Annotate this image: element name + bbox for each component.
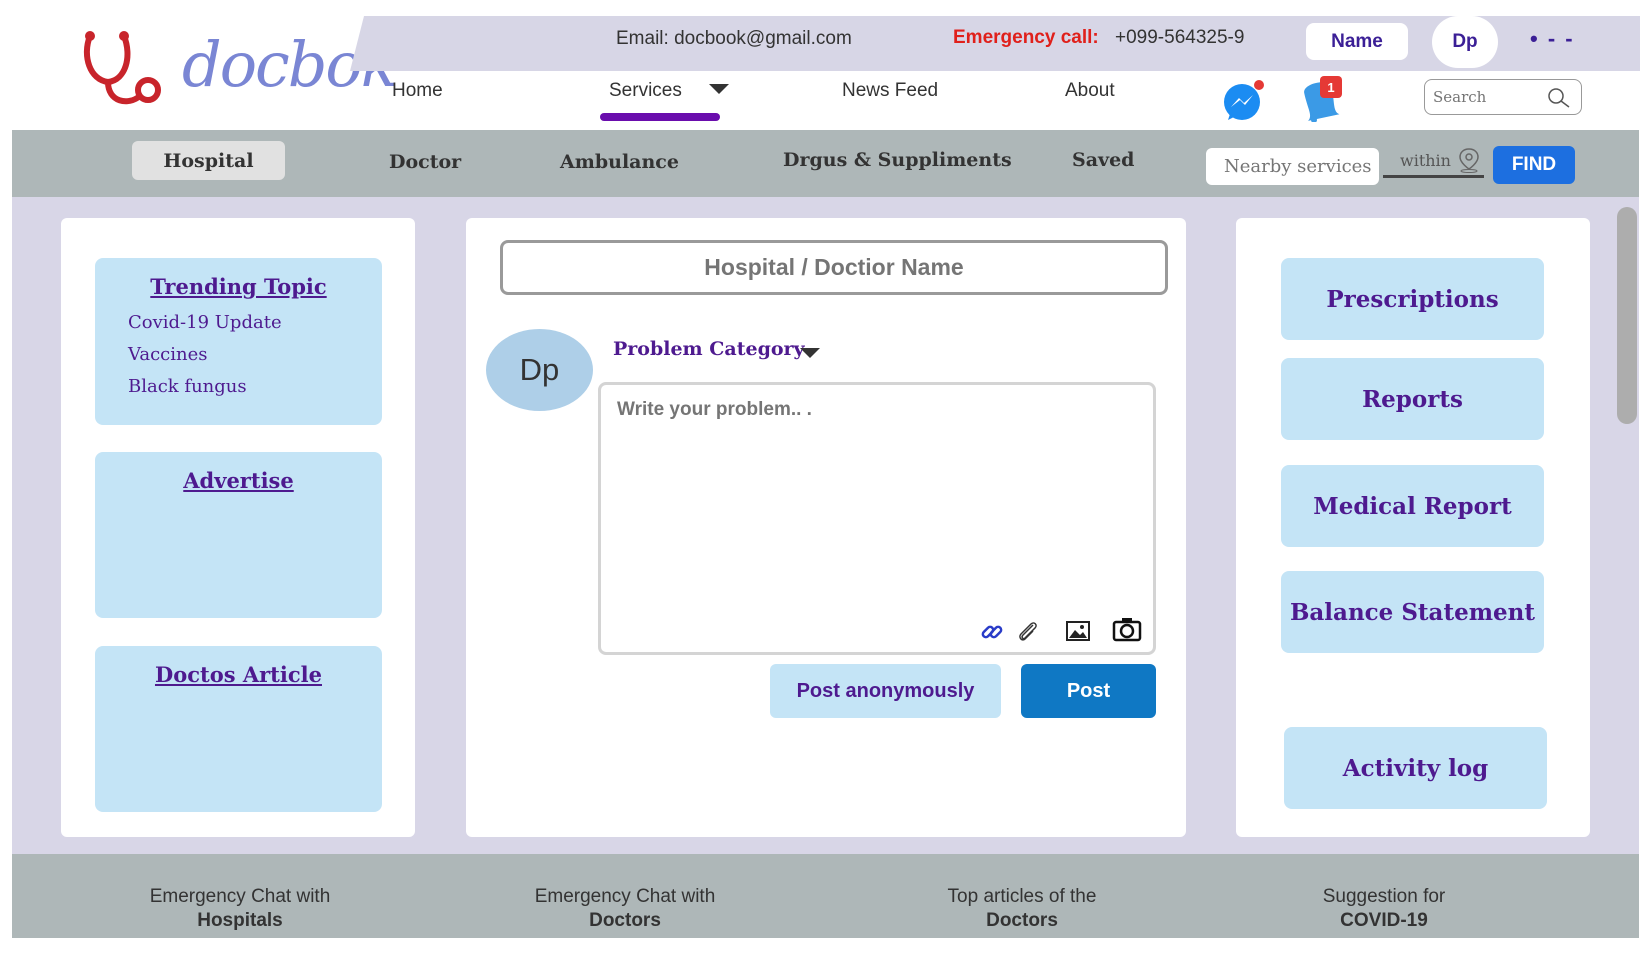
activity-log-button[interactable]: Activity log [1284,727,1547,809]
within-label: within [1400,151,1451,170]
advertise-title[interactable]: Advertise [95,468,382,493]
hospital-doctor-name-input[interactable] [500,240,1168,295]
profile-name-button[interactable]: Name [1306,23,1408,60]
category-hospital[interactable]: Hospital [132,141,285,180]
attachment-icon[interactable] [1015,619,1041,645]
category-doctor[interactable]: Doctor [389,151,461,173]
nav-news-feed[interactable]: News Feed [842,80,938,102]
problem-textarea[interactable] [617,399,1137,579]
profile-avatar[interactable]: Dp [1432,16,1498,68]
reports-button[interactable]: Reports [1281,358,1544,440]
nav-active-indicator [600,113,720,121]
footer-item-line2: Doctors [589,910,661,931]
problem-textarea-box[interactable] [598,382,1156,655]
notification-badge: 1 [1320,76,1342,98]
nav-services[interactable]: Services [609,80,682,102]
category-ambulance[interactable]: Ambulance [560,151,679,173]
footer-top-articles[interactable]: Top articles of the Doctors [872,885,1172,933]
docbook-logo[interactable]: docbok [82,26,398,110]
category-saved[interactable]: Saved [1072,149,1134,171]
trending-topic-title[interactable]: Trending Topic [95,274,382,299]
within-distance-field[interactable] [1383,175,1484,178]
nav-home[interactable]: Home [392,80,443,102]
advertise-card: Advertise [95,452,382,618]
doctors-article-title[interactable]: Doctos Article [95,662,382,687]
messenger-icon[interactable] [1222,80,1264,122]
prescriptions-button[interactable]: Prescriptions [1281,258,1544,340]
image-icon[interactable] [1065,619,1091,643]
link-icon[interactable] [979,619,1005,645]
medical-report-button[interactable]: Medical Report [1281,465,1544,547]
footer-emergency-chat-doctors[interactable]: Emergency Chat with Doctors [475,885,775,933]
find-button[interactable]: FIND [1493,146,1575,184]
doctors-article-card: Doctos Article [95,646,382,812]
footer-item-line1: Emergency Chat with [149,886,331,907]
post-button[interactable]: Post [1021,664,1156,718]
search-box[interactable] [1424,79,1582,115]
search-icon[interactable] [1547,87,1571,109]
stethoscope-icon [83,31,161,105]
contact-email[interactable]: Email: docbook@gmail.com [616,28,852,50]
footer-item-line2: COVID-19 [1340,910,1428,931]
footer-item-line1: Suggestion for [1322,886,1446,907]
category-drugs-supplements[interactable]: Drgus & Suppliments [783,149,1012,171]
footer-covid-suggestion[interactable]: Suggestion for COVID-19 [1234,885,1534,933]
nearby-services-input[interactable] [1206,148,1379,185]
emergency-call-number[interactable]: +099-564325-9 [1115,27,1244,49]
trending-topic-card: Trending Topic Covid-19 Update Vaccines … [95,258,382,425]
footer-item-line1: Emergency Chat with [534,886,716,907]
problem-category-dropdown-icon[interactable] [800,348,820,358]
more-menu-button[interactable]: • - - [1530,26,1575,52]
trending-topic-item[interactable]: Black fungus [128,376,247,397]
trending-topic-item[interactable]: Vaccines [128,344,207,365]
search-input[interactable] [1433,86,1543,108]
problem-category-label[interactable]: Problem Category [613,338,805,360]
trending-topic-item[interactable]: Covid-19 Update [128,312,282,333]
emergency-call-label: Emergency call: [953,27,1099,48]
services-dropdown-icon[interactable] [709,84,729,94]
footer-item-line2: Hospitals [197,910,283,931]
scrollbar-thumb[interactable] [1617,207,1637,424]
post-anonymously-button[interactable]: Post anonymously [770,664,1001,718]
balance-statement-button[interactable]: Balance Statement [1281,571,1544,653]
left-panel: Trending Topic Covid-19 Update Vaccines … [61,218,415,837]
footer-item-line1: Top articles of the [947,886,1097,907]
location-pin-icon[interactable] [1458,147,1480,173]
nav-about[interactable]: About [1065,80,1115,102]
camera-icon[interactable] [1112,615,1142,643]
footer-item-line2: Doctors [986,910,1058,931]
composer-avatar: Dp [486,329,593,411]
footer-emergency-chat-hospitals[interactable]: Emergency Chat with Hospitals [90,885,390,933]
